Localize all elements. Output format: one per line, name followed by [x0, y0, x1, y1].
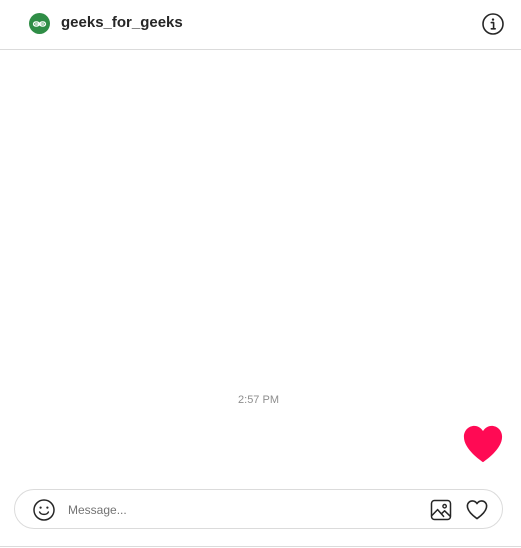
message-composer — [14, 489, 503, 529]
conversation-header: geeks_for_geeks — [0, 0, 521, 50]
gfg-logo-icon — [32, 20, 47, 27]
like-button[interactable] — [465, 498, 489, 522]
message-input[interactable] — [68, 499, 408, 521]
info-circle-icon — [482, 13, 504, 35]
sent-like-message[interactable] — [461, 424, 505, 464]
conversation-username[interactable]: geeks_for_geeks — [61, 14, 183, 32]
message-thread: 2:57 PM — [0, 51, 521, 481]
emoji-icon — [33, 499, 55, 521]
image-icon — [430, 499, 452, 521]
message-timestamp: 2:57 PM — [238, 394, 279, 406]
send-image-button[interactable] — [429, 498, 453, 522]
info-button[interactable] — [481, 12, 505, 36]
heart-outline-icon — [466, 500, 488, 520]
divider — [0, 546, 521, 547]
heart-filled-icon — [463, 425, 503, 463]
emoji-button[interactable] — [32, 498, 56, 522]
avatar[interactable] — [29, 13, 50, 34]
